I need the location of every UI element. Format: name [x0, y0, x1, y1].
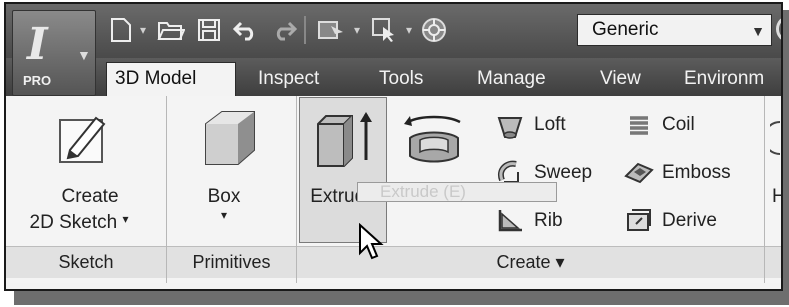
new-file-icon[interactable] [104, 16, 138, 44]
group-partial [765, 246, 781, 278]
redo-icon[interactable] [268, 16, 300, 44]
update-dropdown-icon[interactable]: ▾ [350, 16, 364, 44]
derive-icon[interactable] [624, 206, 654, 239]
chevron-down-icon: ▾ [122, 212, 129, 226]
tab-3d-model[interactable]: 3D Model [106, 62, 236, 96]
toolbar-separator [304, 16, 306, 44]
inventor-logo: I [27, 19, 48, 70]
partial-tool-label[interactable]: H [772, 186, 781, 208]
update-icon[interactable] [314, 16, 350, 44]
coil-label[interactable]: Coil [662, 114, 695, 136]
box-label[interactable]: Box [186, 186, 262, 208]
save-icon[interactable] [192, 16, 226, 44]
tab-tools[interactable]: Tools [379, 64, 423, 94]
open-folder-icon[interactable] [154, 16, 188, 44]
window-shadow [783, 10, 789, 305]
inventor-window: ▾ ▾ ▾ Generic ▼ 3D Model Inspect Tools M… [4, 2, 783, 291]
tab-view[interactable]: View [600, 64, 641, 94]
tab-manage[interactable]: Manage [477, 64, 546, 94]
create-2d-sketch-label-2[interactable]: 2D Sketch ▾ [6, 212, 152, 234]
group-sketch: Sketch [6, 246, 166, 278]
tab-inspect[interactable]: Inspect [258, 64, 319, 94]
emboss-label[interactable]: Emboss [662, 162, 731, 184]
box-primitive-icon[interactable] [198, 106, 258, 175]
window-shadow [14, 291, 789, 305]
select-dropdown-icon[interactable]: ▾ [402, 16, 416, 44]
rib-icon[interactable] [496, 206, 524, 239]
new-dropdown-icon[interactable]: ▾ [136, 16, 150, 44]
quick-access-toolbar: ▾ ▾ ▾ Generic ▼ [6, 4, 781, 58]
tab-environments[interactable]: Environm [684, 64, 764, 94]
loft-label[interactable]: Loft [534, 114, 566, 136]
pro-badge: PRO [23, 73, 52, 88]
partial-tool-icon[interactable] [763, 118, 781, 163]
create-2d-sketch-label-1[interactable]: Create [40, 186, 140, 208]
rib-label[interactable]: Rib [534, 210, 563, 232]
sweep-label[interactable]: Sweep [534, 162, 592, 184]
derive-label[interactable]: Derive [662, 210, 717, 232]
ribbon-tabs: 3D Model Inspect Tools Manage View Envir… [6, 58, 781, 96]
extrude-tooltip: Extrude (E) [357, 182, 557, 202]
revolve-icon[interactable] [400, 112, 466, 177]
appearance-icon[interactable] [776, 16, 781, 42]
application-menu-button[interactable]: I ▼ PRO [12, 10, 96, 96]
chevron-down-icon[interactable]: ▾ [214, 208, 234, 222]
create-2d-sketch-icon[interactable] [56, 110, 110, 173]
extrude-icon[interactable] [312, 108, 376, 175]
undo-icon[interactable] [230, 16, 262, 44]
mouse-pointer-icon [358, 222, 384, 266]
chevron-down-icon: ▼ [751, 23, 765, 39]
loft-icon[interactable] [496, 113, 524, 146]
group-primitives: Primitives [167, 246, 296, 278]
app-menu-chevron-icon: ▼ [77, 47, 91, 63]
appearance-sphere-icon[interactable] [418, 16, 450, 44]
coil-icon[interactable] [626, 113, 652, 146]
emboss-icon[interactable] [624, 158, 654, 191]
material-dropdown[interactable]: Generic ▼ [577, 14, 772, 46]
select-filter-icon[interactable] [368, 16, 402, 44]
create-2d-sketch-label-2-text: 2D Sketch [29, 212, 118, 233]
material-dropdown-value: Generic [592, 19, 659, 40]
